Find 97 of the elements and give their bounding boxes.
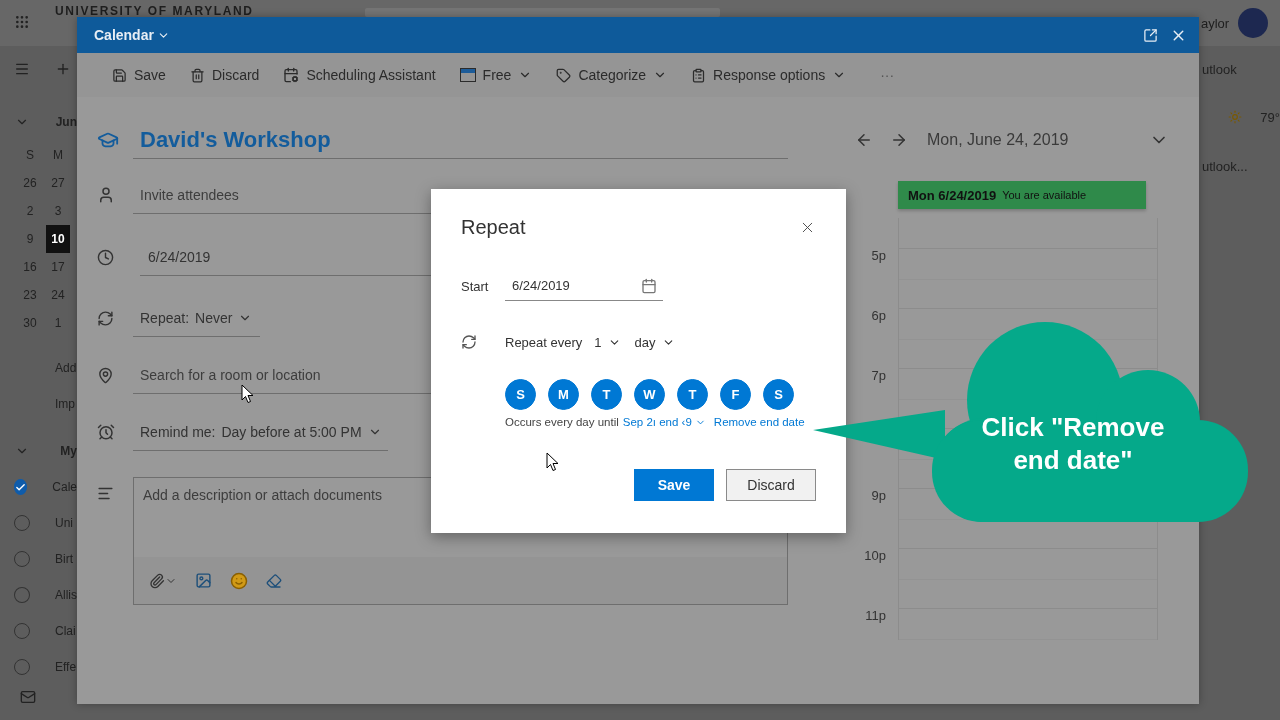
date-cell[interactable]: 10 bbox=[46, 225, 70, 253]
hour-label: 7p bbox=[870, 368, 887, 383]
calendar-name[interactable]: Allis bbox=[55, 588, 77, 602]
trash-icon bbox=[189, 67, 205, 83]
mail-icon bbox=[20, 689, 36, 705]
weekday-toggle[interactable]: M bbox=[548, 378, 579, 410]
date-cell[interactable]: 23 bbox=[18, 281, 42, 309]
weekday-toggle[interactable]: T bbox=[677, 378, 708, 410]
location-pin-icon bbox=[97, 366, 114, 384]
calendar-name[interactable]: Effe bbox=[55, 660, 77, 674]
calendar-icon bbox=[641, 277, 657, 294]
date-cell[interactable]: 27 bbox=[46, 169, 70, 197]
weekday-toggle[interactable]: T bbox=[591, 378, 622, 410]
nav-link[interactable]: Imp bbox=[55, 397, 75, 411]
popout-icon bbox=[1143, 27, 1158, 43]
calendar-name[interactable]: Uni bbox=[55, 516, 73, 530]
hour-label: 11p bbox=[864, 608, 887, 623]
remove-end-date-link[interactable]: Remove end date bbox=[713, 416, 805, 428]
start-label: Start bbox=[461, 278, 490, 294]
image-icon bbox=[195, 572, 212, 589]
start-date-field[interactable]: 6/24/2019 bbox=[505, 271, 663, 301]
discard-button[interactable]: Discard bbox=[726, 469, 816, 501]
cursor-icon bbox=[546, 452, 559, 472]
eraser-icon bbox=[266, 572, 282, 589]
sun-icon bbox=[1228, 110, 1242, 124]
nav-text: utlook bbox=[1202, 61, 1237, 77]
organization-logo-text: UNIVERSITY OF MARYLAND bbox=[55, 4, 254, 18]
date-heading: Mon, June 24, 2019 bbox=[927, 131, 1070, 149]
save-button[interactable]: Save bbox=[634, 469, 714, 501]
cursor-icon bbox=[241, 384, 254, 404]
calendar-name[interactable]: Birt bbox=[55, 552, 73, 566]
date-cell[interactable]: 16 bbox=[18, 253, 42, 281]
more-button[interactable]: ··· bbox=[880, 67, 895, 83]
toolbar-button[interactable]: Categorize bbox=[556, 67, 668, 83]
hour-label: 9p bbox=[870, 488, 887, 503]
hour-label: 6p bbox=[870, 308, 887, 323]
unit-dropdown[interactable]: day bbox=[634, 334, 675, 350]
app-launcher-icon bbox=[14, 14, 30, 30]
menu-icon bbox=[14, 61, 30, 77]
repeat-label: Repeat every bbox=[505, 334, 583, 350]
date-cell[interactable]: 17 bbox=[46, 253, 70, 281]
availability-banner: Mon 6/24/2019 You are available bbox=[898, 181, 1146, 209]
weekday-toggle[interactable]: W bbox=[634, 378, 665, 410]
weekday-label: M bbox=[52, 147, 64, 164]
dialog-title: Repeat bbox=[461, 215, 526, 239]
calendar-icon bbox=[283, 67, 300, 83]
date-cell[interactable]: 26 bbox=[18, 169, 42, 197]
date-cell[interactable]: 3 bbox=[46, 197, 70, 225]
date-cell[interactable]: 2 bbox=[18, 197, 42, 225]
date-cell[interactable]: 24 bbox=[46, 281, 70, 309]
calendar-name[interactable]: Cale bbox=[52, 480, 77, 494]
arrow-right-icon bbox=[890, 131, 908, 149]
repeat-dropdown[interactable]: Repeat: Never bbox=[133, 299, 260, 337]
toolbar-button[interactable]: Free bbox=[459, 67, 533, 83]
avatar[interactable] bbox=[1238, 8, 1268, 38]
date-cell[interactable]: 1 bbox=[46, 309, 70, 337]
window-title[interactable]: Calendar bbox=[94, 27, 170, 43]
end-date-dropdown[interactable]: Sep 2ı end ‹9 bbox=[622, 416, 706, 428]
interval-dropdown[interactable]: 1 bbox=[594, 334, 621, 350]
hour-label: 10p bbox=[863, 548, 887, 563]
weekday-toggle[interactable]: F bbox=[720, 378, 751, 410]
search-field[interactable] bbox=[365, 8, 720, 17]
callout-text: Click "Remove end date" bbox=[980, 411, 1166, 477]
date-cell[interactable]: 30 bbox=[18, 309, 42, 337]
calendar-name[interactable]: Clai bbox=[55, 624, 76, 638]
plus-icon bbox=[55, 61, 71, 77]
person-icon bbox=[97, 186, 115, 204]
clock-icon bbox=[97, 248, 114, 266]
repeat-icon bbox=[461, 334, 477, 350]
toolbar-button[interactable]: Save bbox=[112, 67, 166, 83]
smiley-icon bbox=[230, 571, 248, 590]
repeat-icon bbox=[97, 309, 114, 327]
text-lines-icon bbox=[97, 485, 114, 502]
reminder-dropdown[interactable]: Remind me: Day before at 5:00 PM bbox=[133, 413, 388, 451]
group-label: My bbox=[60, 444, 77, 458]
message-preview: utlook... bbox=[1202, 158, 1248, 174]
weather-temperature: 79° bbox=[1260, 109, 1280, 125]
save-icon bbox=[112, 67, 127, 83]
calendar-checkbox[interactable] bbox=[14, 479, 28, 495]
weekday-toggle[interactable]: S bbox=[763, 378, 794, 410]
list-icon bbox=[691, 67, 707, 83]
toolbar-button[interactable]: Scheduling Assistant bbox=[283, 67, 436, 83]
alarm-clock-icon bbox=[97, 423, 115, 441]
month-label: Jun bbox=[55, 115, 77, 129]
weekday-toggle[interactable]: S bbox=[505, 378, 536, 410]
toolbar-button[interactable]: Response options bbox=[691, 67, 847, 83]
check-icon bbox=[15, 481, 27, 493]
nav-link[interactable]: Add bbox=[55, 361, 77, 375]
user-name: aylor bbox=[1201, 16, 1230, 31]
title-field[interactable]: David's Workshop bbox=[133, 121, 788, 159]
weekday-label: S bbox=[25, 147, 35, 164]
paperclip-icon bbox=[149, 572, 165, 589]
tag-icon bbox=[556, 67, 572, 83]
toolbar-button[interactable]: Discard bbox=[189, 67, 260, 83]
recurrence-summary: Occurs every day until bbox=[505, 416, 619, 428]
hour-label: 5p bbox=[870, 248, 887, 263]
status-icon bbox=[459, 68, 476, 82]
